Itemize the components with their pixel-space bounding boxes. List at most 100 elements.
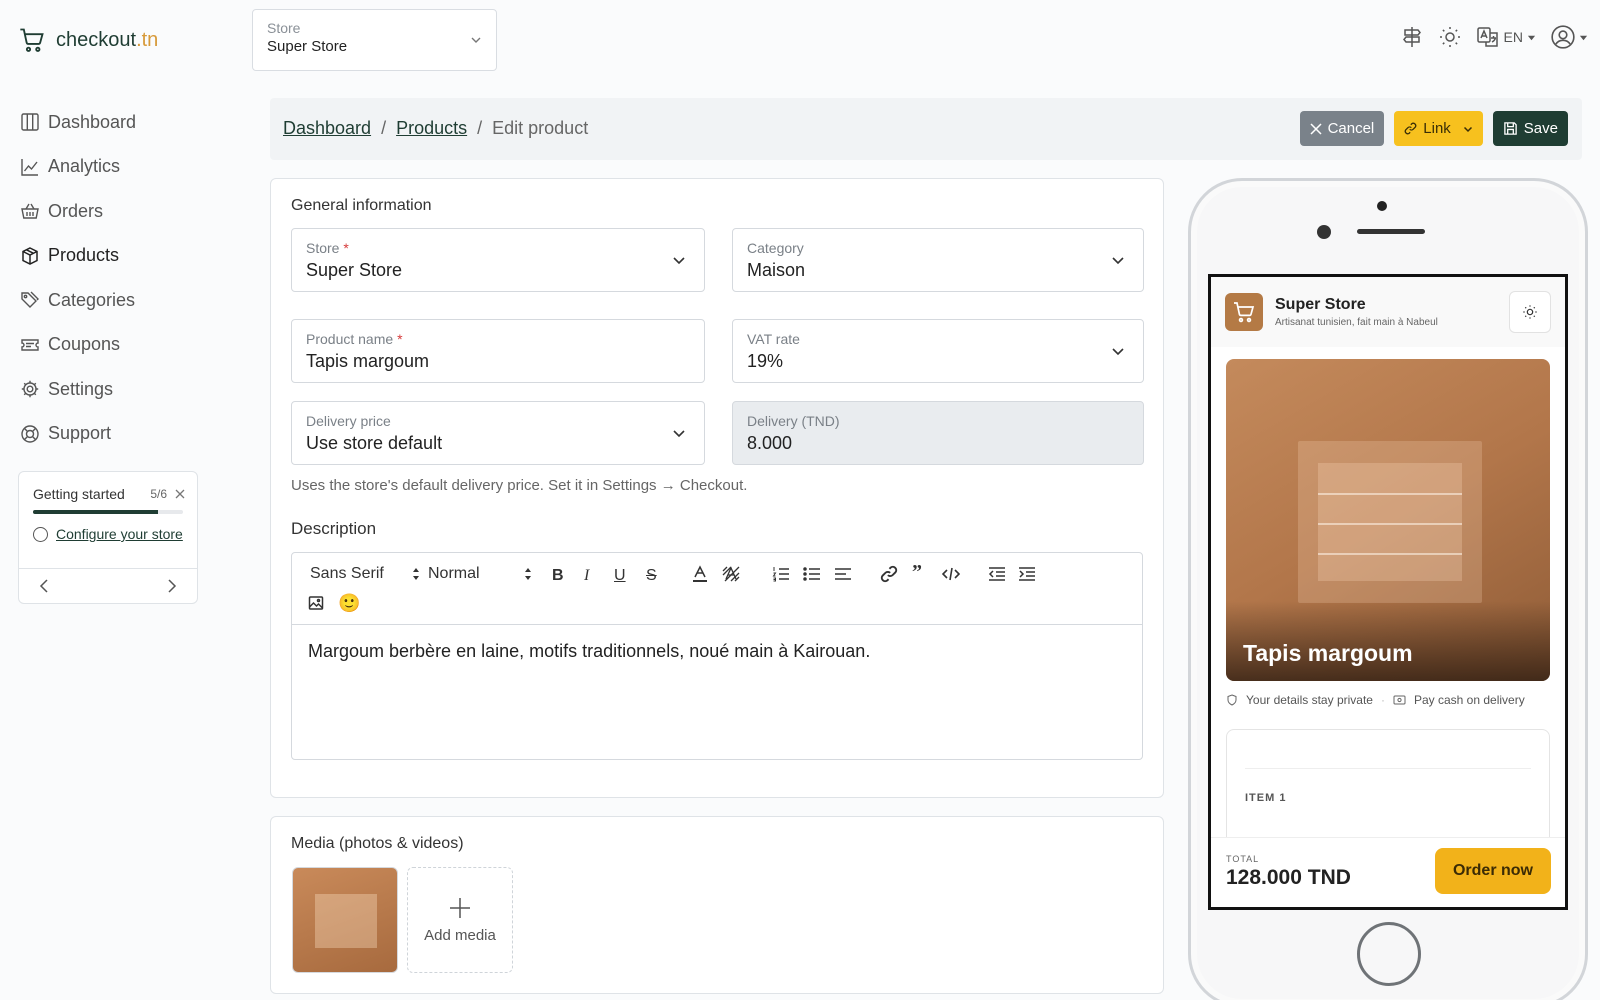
media-thumbnail[interactable] (292, 867, 398, 973)
field-value: Tapis margoum (306, 351, 430, 371)
rug-illustration (1298, 441, 1482, 603)
store-switcher-label: Store (267, 20, 301, 36)
sidebar-item-label: Categories (48, 289, 136, 310)
description-text[interactable]: Margoum berbère en laine, motifs traditi… (292, 625, 1142, 678)
header-tools: EN (1400, 24, 1588, 50)
breadcrumb-products[interactable]: Products (396, 118, 467, 139)
sort-arrows-icon (524, 567, 532, 581)
order-bar: TOTAL 128.000 TND Order now (1211, 837, 1565, 907)
brand-logo[interactable]: checkout.tn (18, 26, 158, 54)
sidebar-item-products[interactable]: Products (20, 234, 220, 279)
breadcrumb-separator: / (381, 118, 387, 138)
link-button[interactable]: Link (1394, 111, 1483, 146)
bold-icon[interactable]: B (552, 567, 564, 585)
underline-icon[interactable]: U (614, 567, 626, 585)
box-icon (20, 246, 40, 266)
sidebar-item-orders[interactable]: Orders (20, 189, 220, 234)
sidebar-item-label: Support (48, 423, 112, 444)
brand-name: checkout.tn (56, 28, 159, 51)
vat-rate-select[interactable]: VAT rate 19% (732, 319, 1144, 383)
chevron-down-icon (1463, 124, 1473, 134)
task-link[interactable]: Configure your store (56, 526, 183, 542)
field-value: 19% (747, 351, 784, 371)
bullet-list-icon[interactable] (803, 565, 821, 583)
chevron-down-icon (672, 253, 686, 267)
item-label: ITEM 1 (1245, 792, 1287, 804)
chevron-right-icon[interactable] (167, 579, 177, 593)
blockquote-icon[interactable]: ” (912, 561, 922, 584)
sidebar-item-coupons[interactable]: Coupons (20, 323, 220, 368)
basket-icon (20, 201, 40, 221)
theme-toggle[interactable] (1509, 291, 1551, 333)
category-select[interactable]: Category Maison (732, 228, 1144, 292)
ticket-icon (20, 335, 40, 355)
sidebar-item-support[interactable]: Support (20, 412, 220, 457)
columns-icon (20, 112, 40, 132)
shop-tagline: Artisanat tunisien, fait main à Nabeul (1275, 317, 1438, 328)
align-left-icon[interactable] (834, 565, 852, 583)
breadcrumb: Dashboard / Products / Edit product (283, 118, 588, 139)
add-media-button[interactable]: Add media (407, 867, 513, 973)
image-icon[interactable] (308, 595, 324, 611)
emoji-icon[interactable]: 🙂 (338, 593, 360, 614)
sidebar-item-analytics[interactable]: Analytics (20, 145, 220, 190)
save-button[interactable]: Save (1492, 111, 1568, 146)
add-media-label: Add media (424, 926, 496, 944)
shop-header: Super Store Artisanat tunisien, fait mai… (1211, 277, 1565, 347)
getting-started-task[interactable]: Configure your store (19, 514, 197, 554)
description-label: Description (291, 519, 377, 538)
chevron-down-icon (1111, 344, 1125, 358)
order-now-button[interactable]: Order now (1435, 848, 1551, 894)
ordered-list-icon[interactable] (772, 565, 790, 583)
store-switcher[interactable]: Store Super Store (252, 9, 497, 71)
sun-icon[interactable] (1438, 25, 1462, 49)
save-label: Save (1523, 120, 1558, 137)
phone-home-button (1357, 922, 1421, 986)
media-card: Media (photos & videos) Add media (270, 816, 1164, 994)
account-menu[interactable] (1550, 24, 1588, 50)
breadcrumb-dashboard[interactable]: Dashboard (283, 118, 371, 139)
font-value: Sans Serif (310, 565, 384, 582)
product-name-input[interactable]: Product name * Tapis margoum (291, 319, 705, 383)
breadcrumb-current: Edit product (492, 118, 589, 138)
close-icon[interactable] (175, 489, 185, 499)
card-title: General information (291, 197, 432, 214)
storefront-preview: Super Store Artisanat tunisien, fait mai… (1208, 274, 1568, 910)
description-editor: Sans Serif Normal B I U S ” 🙂 Margoum be… (291, 552, 1143, 760)
font-select[interactable]: Sans Serif (310, 565, 420, 583)
cancel-label: Cancel (1327, 120, 1375, 137)
task-checkbox[interactable] (33, 526, 48, 542)
highlight-icon[interactable] (722, 565, 740, 583)
trust-cash: Pay cash on delivery (1413, 693, 1525, 707)
sidebar-item-categories[interactable]: Categories (20, 278, 220, 323)
outdent-icon[interactable] (988, 565, 1006, 583)
sidebar-item-settings[interactable]: Settings (20, 367, 220, 412)
cart-icon (18, 26, 46, 54)
strikethrough-icon[interactable]: S (646, 567, 657, 585)
indent-icon[interactable] (1018, 565, 1036, 583)
close-icon (1310, 122, 1322, 135)
cancel-button[interactable]: Cancel (1299, 111, 1385, 146)
language-switcher[interactable]: EN (1476, 25, 1536, 49)
field-label: Category (747, 240, 804, 256)
sidebar-item-label: Orders (48, 200, 104, 221)
total-value: 128.000 TND (1226, 866, 1351, 889)
getting-started-title: Getting started (33, 486, 125, 502)
store-select[interactable]: Store * Super Store (291, 228, 705, 292)
text-color-icon[interactable] (692, 565, 708, 583)
sort-arrows-icon (412, 567, 420, 581)
general-information-card: General information Store * Super Store … (270, 178, 1164, 798)
sidebar-item-dashboard[interactable]: Dashboard (20, 100, 220, 145)
signpost-icon[interactable] (1400, 25, 1424, 49)
italic-icon[interactable]: I (584, 567, 589, 585)
code-icon[interactable] (942, 565, 960, 583)
size-value: Normal (428, 565, 480, 582)
chevron-left-icon[interactable] (39, 579, 49, 593)
field-value: Use store default (306, 433, 443, 453)
shop-cart-icon (1225, 293, 1263, 331)
link-icon[interactable] (880, 565, 898, 583)
size-select[interactable]: Normal (428, 565, 532, 583)
delivery-price-select[interactable]: Delivery price Use store default (291, 401, 705, 465)
chart-line-icon (20, 157, 40, 177)
lifebuoy-icon (20, 424, 40, 444)
